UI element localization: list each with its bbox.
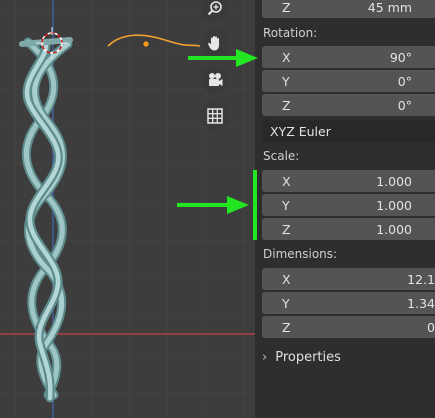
pan-button[interactable] bbox=[201, 29, 229, 57]
scale-label: Scale: bbox=[263, 149, 300, 163]
dimensions-label: Dimensions: bbox=[263, 247, 338, 261]
camera-view-button[interactable] bbox=[201, 66, 229, 94]
3d-viewport[interactable] bbox=[0, 0, 255, 418]
dimensions-z-value: 0 bbox=[427, 320, 435, 335]
dimensions-x-field[interactable]: X 12.1 bbox=[262, 268, 435, 290]
rotation-label: Rotation: bbox=[263, 26, 318, 40]
scale-y-axis: Y bbox=[282, 198, 290, 213]
viewport-canvas bbox=[0, 0, 255, 418]
zoom-icon bbox=[207, 1, 222, 16]
rotation-x-field[interactable]: X 90° bbox=[262, 46, 435, 68]
scale-y-value: 1.000 bbox=[376, 198, 412, 213]
rotation-mode-value: XYZ Euler bbox=[270, 124, 331, 139]
rotation-x-value: 90° bbox=[389, 50, 412, 65]
dimensions-y-axis: Y bbox=[282, 296, 290, 311]
properties-panel-toggle[interactable]: › Properties bbox=[262, 350, 341, 365]
chevron-right-icon: › bbox=[262, 350, 268, 365]
scale-z-value: 1.000 bbox=[376, 222, 412, 237]
scale-z-axis: Z bbox=[282, 222, 291, 237]
properties-label: Properties bbox=[275, 350, 341, 365]
location-z-field[interactable]: Z 45 mm bbox=[262, 0, 435, 18]
scale-y-field[interactable]: Y 1.000 bbox=[262, 194, 435, 216]
scale-x-value: 1.000 bbox=[376, 174, 412, 189]
scale-x-axis: X bbox=[282, 174, 291, 189]
grid-toggle-button[interactable] bbox=[201, 102, 229, 130]
dimensions-y-value: 1.34 bbox=[407, 296, 435, 311]
dimensions-z-field[interactable]: Z 0 bbox=[262, 316, 435, 338]
rotation-x-axis: X bbox=[282, 50, 291, 65]
grid-icon bbox=[207, 108, 223, 124]
rotation-z-field[interactable]: Z 0° bbox=[262, 94, 435, 116]
dimensions-x-value: 12.1 bbox=[407, 272, 435, 287]
location-z-axis: Z bbox=[282, 0, 291, 15]
rotation-y-axis: Y bbox=[282, 74, 290, 89]
rotation-y-field[interactable]: Y 0° bbox=[262, 70, 435, 92]
location-z-value: 45 mm bbox=[367, 0, 412, 15]
rotation-y-value: 0° bbox=[397, 74, 412, 89]
dimensions-y-field[interactable]: Y 1.34 bbox=[262, 292, 435, 314]
dimensions-x-axis: X bbox=[282, 272, 291, 287]
dimensions-z-axis: Z bbox=[282, 320, 291, 335]
rotation-z-axis: Z bbox=[282, 98, 291, 113]
hand-icon bbox=[208, 36, 219, 51]
rotation-z-value: 0° bbox=[397, 98, 412, 113]
scale-z-field[interactable]: Z 1.000 bbox=[262, 218, 435, 240]
curve-origin-point[interactable] bbox=[143, 41, 149, 47]
rotation-mode-dropdown[interactable]: XYZ Euler bbox=[262, 120, 435, 142]
transform-panel: Z 45 mm Rotation: X 90° Y 0° Z 0° XYZ Eu… bbox=[255, 0, 435, 418]
scale-x-field[interactable]: X 1.000 bbox=[262, 170, 435, 192]
camera-icon bbox=[209, 73, 223, 86]
